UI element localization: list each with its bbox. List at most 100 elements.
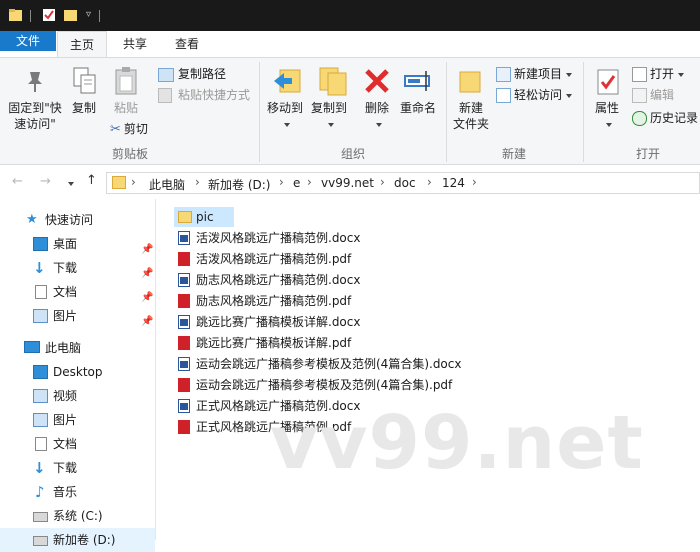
nav-this-pc[interactable]: 此电脑	[0, 336, 155, 360]
tab-file[interactable]: 文件	[0, 31, 56, 51]
file-name: 励志风格跳远广播稿范例.docx	[196, 273, 361, 287]
nav-label: 文档	[53, 285, 78, 299]
folder-icon[interactable]	[9, 8, 23, 22]
document-icon	[35, 285, 47, 299]
nav-pc-downloads[interactable]: ↓ 下载	[0, 456, 155, 480]
separator	[583, 62, 584, 162]
nav-pictures[interactable]: 图片 📌	[0, 304, 155, 328]
cut-button[interactable]: ✂ 剪切	[110, 121, 148, 138]
breadcrumb-this-pc[interactable]: 此电脑	[149, 176, 185, 193]
chevron-right-icon: ›	[472, 175, 477, 189]
recent-locations-icon[interactable]	[64, 176, 74, 190]
open-button[interactable]: 打开	[632, 66, 685, 82]
history-icon	[632, 111, 647, 126]
pdf-icon	[178, 420, 190, 434]
open-icon	[632, 67, 647, 82]
customize-toolbar-icon[interactable]: ▿	[86, 9, 91, 20]
pdf-icon	[178, 294, 190, 308]
new-item-button[interactable]: 新建项目	[496, 66, 573, 82]
ribbon-tabs: 文件 主页 共享 查看	[0, 31, 700, 57]
delete-icon	[364, 68, 390, 97]
pin-quick-access-button[interactable]: 固定到"快 速访问"	[2, 100, 68, 132]
word-doc-icon	[178, 357, 190, 371]
paste-shortcut-icon	[158, 88, 172, 103]
nav-pc-documents[interactable]: 文档	[0, 432, 155, 456]
up-arrow-icon[interactable]: ↑	[86, 173, 97, 188]
nav-music[interactable]: ♪ 音乐	[0, 480, 155, 504]
move-to-button[interactable]: 移动到	[262, 100, 308, 132]
copy-to-button[interactable]: 复制到	[306, 100, 352, 132]
file-name: 跳远比赛广播稿模板详解.docx	[196, 315, 361, 329]
pdf-icon	[178, 252, 190, 266]
new-item-label: 新建项目	[514, 67, 563, 81]
forward-icon[interactable]: →	[40, 174, 51, 189]
nav-downloads[interactable]: ↓ 下载 📌	[0, 256, 155, 280]
desktop-icon	[33, 237, 48, 251]
nav-drive-c[interactable]: 系统 (C:)	[0, 504, 155, 528]
nav-quick-access[interactable]: ★ 快速访问	[0, 208, 155, 232]
tab-home[interactable]: 主页	[57, 31, 107, 57]
chevron-right-icon: ›	[427, 175, 432, 189]
pdf-icon	[178, 378, 190, 392]
nav-label: 快速访问	[45, 213, 94, 227]
chevron-down-icon	[376, 122, 382, 127]
paste-button[interactable]: 粘贴	[108, 100, 144, 116]
easy-access-icon	[496, 88, 511, 103]
file-name: 运动会跳远广播稿参考模板及范例(4篇合集).docx	[196, 357, 462, 371]
new-folder-icon	[458, 68, 484, 97]
title-bar: ▿	[0, 0, 700, 31]
breadcrumb-e[interactable]: e	[293, 176, 300, 190]
breadcrumb-doc[interactable]: doc	[394, 176, 416, 190]
back-icon[interactable]: ←	[12, 174, 23, 189]
word-doc-icon	[178, 315, 190, 329]
easy-access-button[interactable]: 轻松访问	[496, 87, 573, 103]
new-folder-button[interactable]: 新建 文件夹	[448, 100, 494, 132]
address-bar[interactable]: › 此电脑 › 新加卷 (D:) › e › vv99.net › doc › …	[106, 172, 700, 194]
picture-icon	[33, 413, 48, 427]
drive-icon	[33, 536, 48, 546]
nav-label: 音乐	[53, 485, 78, 499]
breadcrumb-124[interactable]: 124	[442, 176, 465, 190]
nav-pc-desktop[interactable]: Desktop	[0, 360, 155, 384]
new-folder-line2: 文件夹	[452, 117, 489, 131]
new-folder-icon[interactable]	[64, 8, 78, 22]
paste-shortcut-label: 粘贴快捷方式	[178, 88, 251, 102]
properties-icon[interactable]	[42, 8, 56, 22]
separator	[259, 62, 260, 162]
copy-to-label: 复制到	[310, 101, 347, 115]
copy-path-button[interactable]: 复制路径	[158, 66, 226, 82]
chevron-right-icon: ›	[380, 175, 385, 189]
delete-label: 删除	[364, 101, 389, 115]
rename-button[interactable]: 重命名	[396, 100, 440, 116]
edit-button[interactable]: 编辑	[632, 87, 674, 103]
pin-icon[interactable]: 📌	[141, 310, 153, 334]
folder-icon	[178, 211, 192, 223]
paste-icon	[114, 66, 140, 99]
copy-button[interactable]: 复制	[66, 100, 102, 116]
move-to-icon	[272, 66, 302, 99]
copy-path-icon	[158, 67, 174, 82]
folder-item[interactable]: pic	[174, 207, 234, 227]
video-icon	[33, 389, 48, 403]
nav-label: 下载	[53, 261, 78, 275]
breadcrumb-drive-d[interactable]: 新加卷 (D:)	[208, 176, 270, 193]
nav-documents[interactable]: 文档 📌	[0, 280, 155, 304]
properties-button[interactable]: 属性	[588, 100, 626, 132]
nav-pc-pictures[interactable]: 图片	[0, 408, 155, 432]
nav-drive-d[interactable]: 新加卷 (D:)	[0, 528, 155, 552]
tab-view[interactable]: 查看	[162, 31, 212, 57]
history-button[interactable]: 历史记录	[632, 110, 698, 126]
copy-path-label: 复制路径	[178, 67, 227, 81]
nav-videos[interactable]: 视频	[0, 384, 155, 408]
new-item-icon	[496, 67, 511, 82]
breadcrumb-vv99[interactable]: vv99.net	[321, 176, 374, 190]
watermark: vv99.net	[270, 400, 644, 486]
delete-button[interactable]: 删除	[358, 100, 396, 132]
file-list: pic 活泼风格跳远广播稿范例.docx 活泼风格跳远广播稿范例.pdf 励志风格跳远…	[156, 199, 700, 540]
tab-share[interactable]: 共享	[110, 31, 160, 57]
nav-desktop[interactable]: 桌面 📌	[0, 232, 155, 256]
chevron-down-icon	[566, 93, 573, 98]
chevron-right-icon: ›	[195, 175, 200, 189]
word-doc-icon	[178, 399, 190, 413]
paste-shortcut-button[interactable]: 粘贴快捷方式	[158, 87, 250, 103]
